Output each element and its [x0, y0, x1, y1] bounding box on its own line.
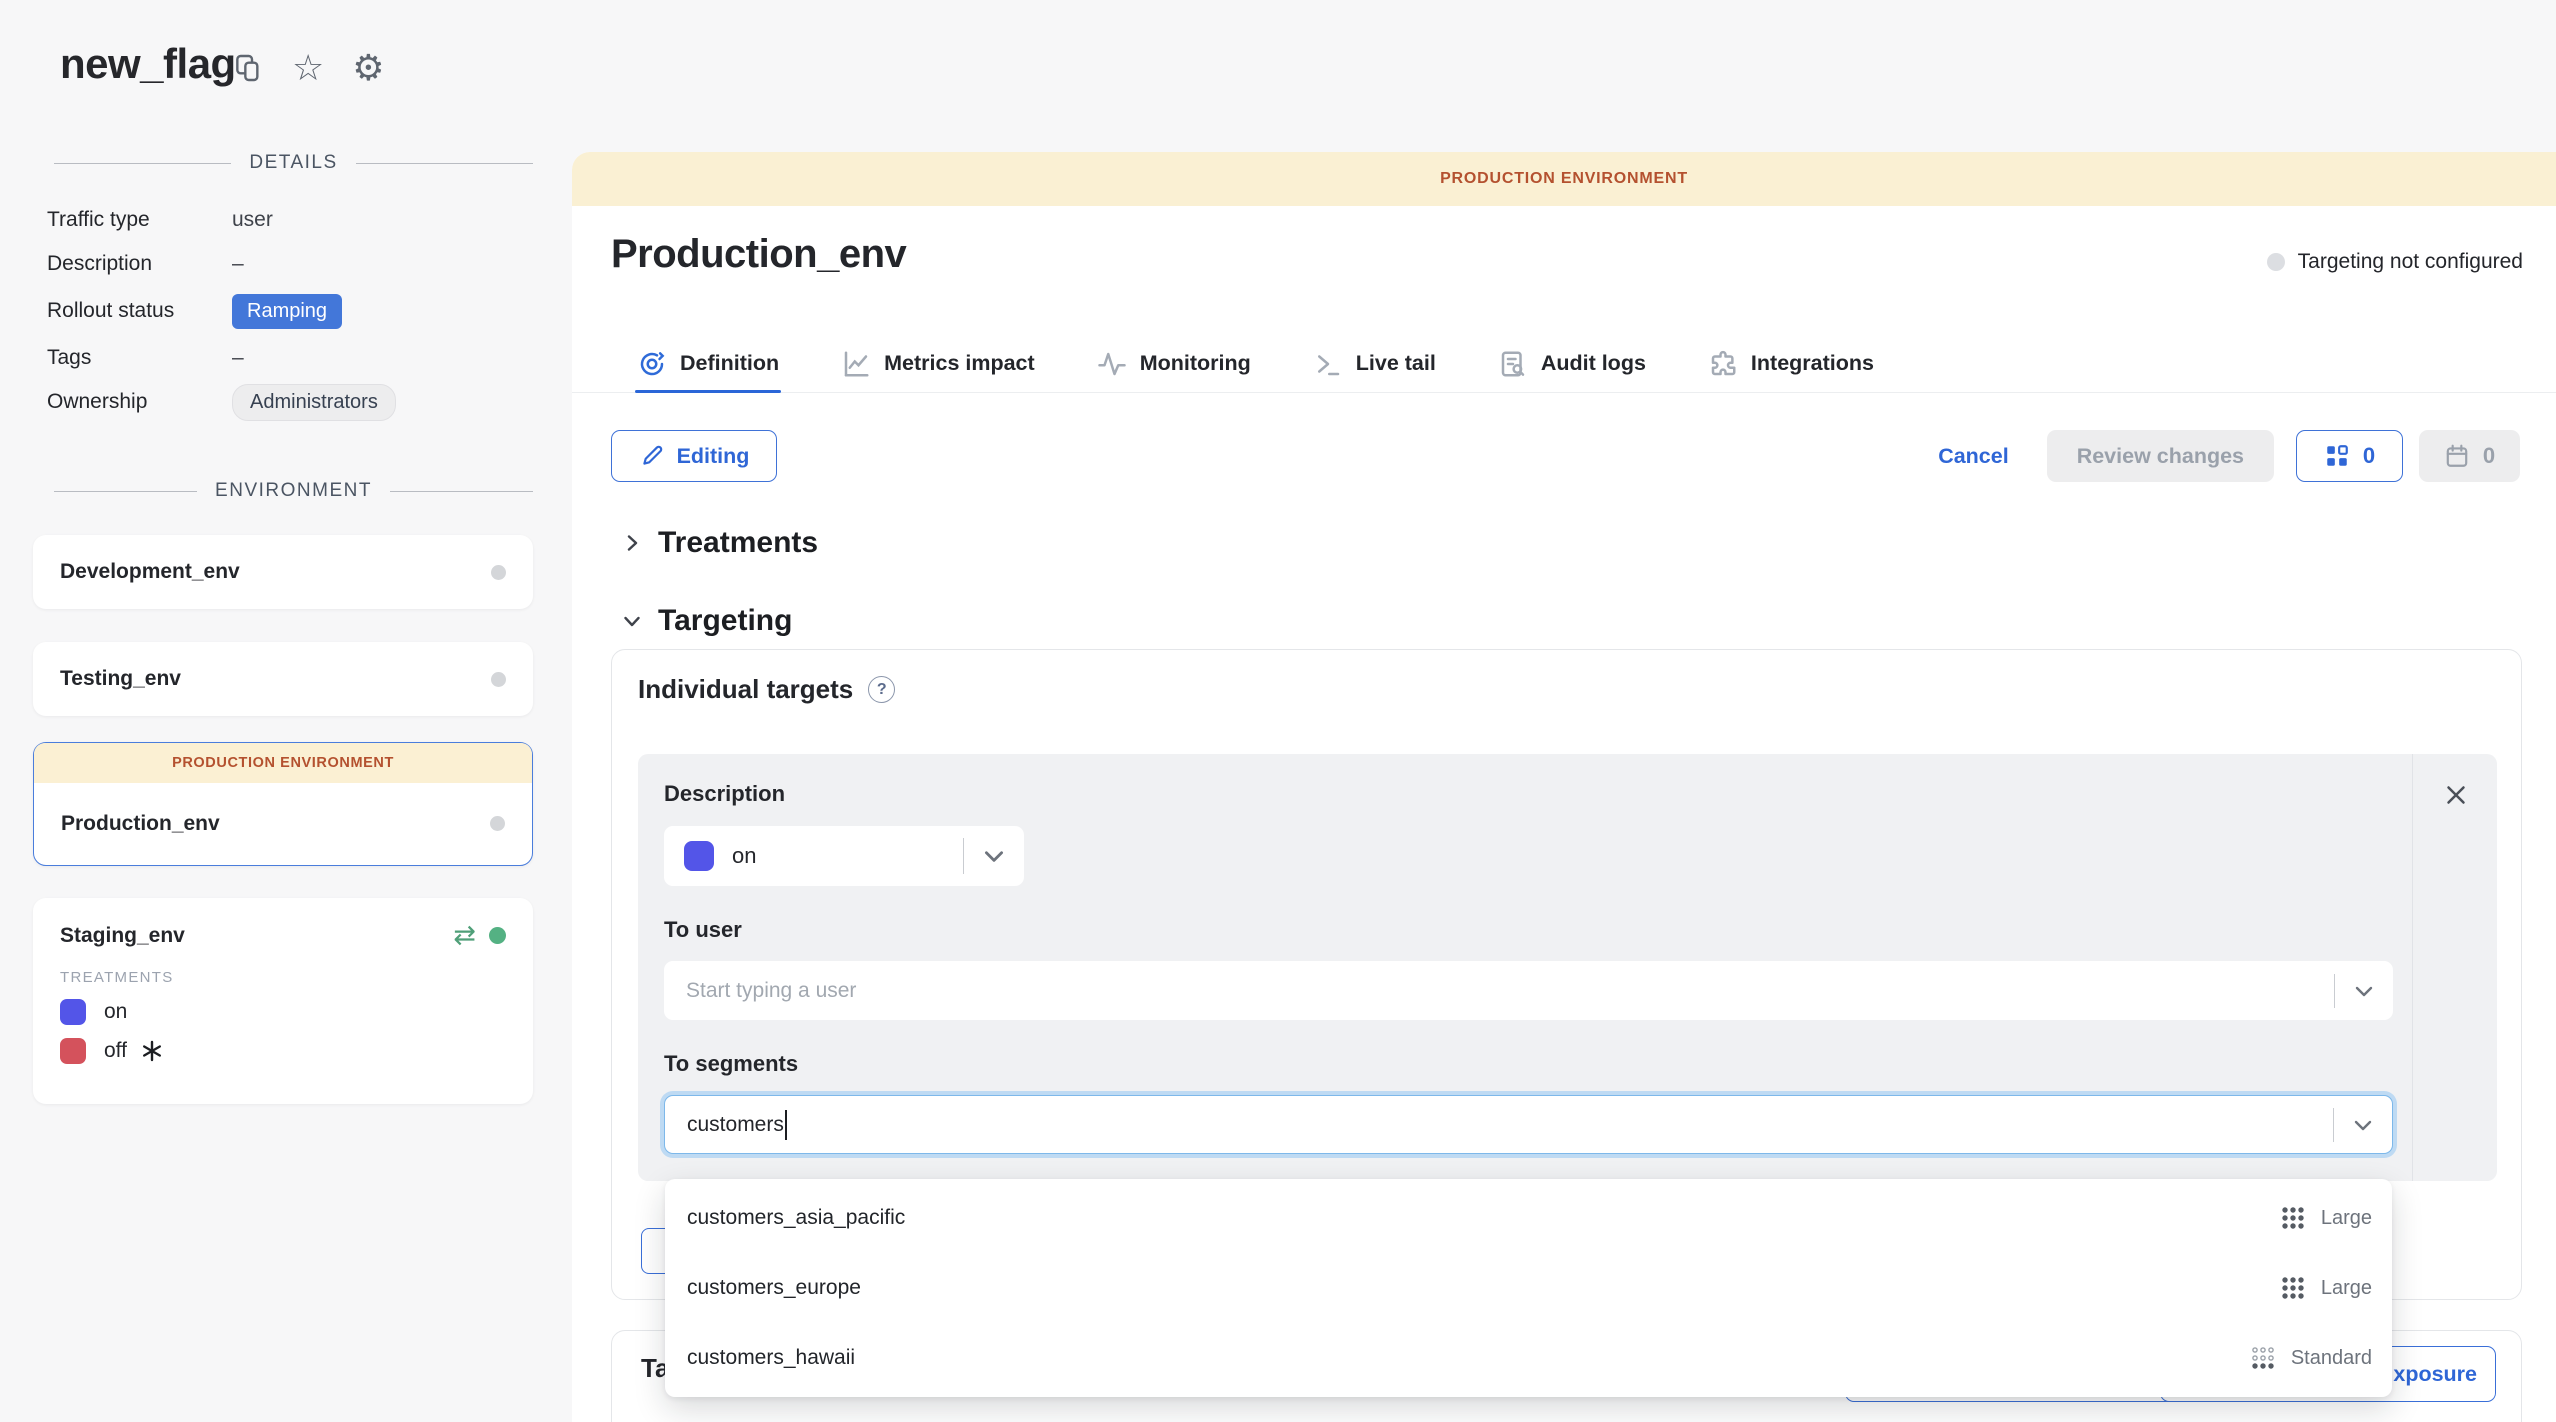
live-tail-terminal-icon [1313, 349, 1343, 379]
close-icon[interactable] [2441, 780, 2471, 810]
individual-targets-title: Individual targets [638, 674, 853, 705]
env-card-testing[interactable]: Testing_env [33, 642, 533, 716]
tab-audit-logs[interactable]: Audit logs [1498, 335, 1646, 392]
env-status-dot [491, 565, 506, 580]
treatment-on-swatch [60, 999, 86, 1025]
pencil-icon [639, 443, 665, 469]
production-environment-banner: PRODUCTION ENVIRONMENT [572, 152, 2556, 206]
env-card-staging[interactable]: Staging_env ⇄ TREATMENTS on off [33, 898, 533, 1104]
integrations-puzzle-icon [1708, 349, 1738, 379]
main-panel: PRODUCTION ENVIRONMENT Production_env Ta… [572, 152, 2556, 1422]
chevron-right-icon [622, 533, 642, 553]
to-segments-label: To segments [664, 1051, 798, 1077]
detail-row: Description – [47, 242, 533, 286]
chevron-down-icon[interactable] [964, 843, 1024, 869]
segment-size-label: Standard [2291, 1347, 2372, 1370]
to-segments-input[interactable]: customers [664, 1095, 2393, 1154]
ownership-chip: Administrators [232, 384, 396, 421]
env-status-dot-active [489, 927, 506, 944]
star-icon[interactable]: ☆ [292, 50, 324, 86]
treatment-row-off: off [60, 1038, 506, 1064]
to-user-label: To user [664, 917, 742, 943]
detail-row: Rollout status Ramping [47, 286, 533, 336]
detail-row: Ownership Administrators [47, 380, 533, 424]
definition-target-icon [637, 349, 667, 379]
segment-size-label: Large [2321, 1277, 2372, 1300]
description-label: Description [664, 781, 785, 807]
metrics-chart-icon [841, 349, 871, 379]
review-changes-button[interactable]: Review changes [2047, 430, 2274, 482]
calendar-icon [2444, 443, 2470, 469]
tab-metrics-impact[interactable]: Metrics impact [841, 335, 1035, 392]
monitoring-pulse-icon [1097, 349, 1127, 379]
segment-option-hawaii[interactable]: customers_hawaii Standard [665, 1323, 2392, 1393]
tab-integrations[interactable]: Integrations [1708, 335, 1874, 392]
changes-counter-button[interactable]: 0 [2296, 430, 2403, 482]
env-card-production[interactable]: PRODUCTION ENVIRONMENT Production_env [33, 742, 533, 866]
swap-arrows-icon: ⇄ [453, 922, 476, 949]
chevron-down-icon [622, 611, 642, 631]
default-treatment-asterisk-icon [141, 1040, 163, 1062]
tab-bar: Definition Metrics impact [572, 335, 2556, 393]
env-card-development[interactable]: Development_env [33, 535, 533, 609]
chevron-down-icon[interactable] [2334, 1113, 2392, 1137]
cancel-button[interactable]: Cancel [1938, 444, 2009, 469]
editing-button[interactable]: Editing [611, 430, 777, 482]
gutter-divider [2412, 754, 2413, 1181]
page-title: Production_env [611, 232, 906, 277]
text-caret [785, 1110, 787, 1140]
segment-size-label: Large [2321, 1207, 2372, 1230]
segments-dropdown: customers_asia_pacific Large customers_e… [665, 1179, 2392, 1397]
detail-row: Traffic type user [47, 198, 533, 242]
environment-heading: ENVIRONMENT [54, 480, 533, 502]
treatments-heading: TREATMENTS [60, 969, 506, 986]
production-environment-label: PRODUCTION ENVIRONMENT [34, 743, 532, 783]
schedule-counter-button[interactable]: 0 [2419, 430, 2520, 482]
grid-changes-icon [2324, 443, 2350, 469]
rollout-status-badge: Ramping [232, 294, 342, 329]
detail-row: Tags – [47, 336, 533, 380]
individual-target-block: Description on To user Start typing a us… [638, 754, 2497, 1181]
tab-definition[interactable]: Definition [637, 335, 779, 392]
gear-icon[interactable]: ⚙ [352, 50, 384, 86]
targeting-status: Targeting not configured [2267, 250, 2523, 274]
details-list: Traffic type user Description – Rollout … [47, 198, 533, 424]
app-root: new_flag ☆ ⚙ DETAILS Traffic type user D… [0, 0, 2556, 1422]
segment-option-europe[interactable]: customers_europe Large [665, 1253, 2392, 1323]
env-status-dot [491, 672, 506, 687]
segment-dots-icon [2280, 1205, 2306, 1231]
treatment-select[interactable]: on [664, 826, 1024, 886]
segment-option-asia-pacific[interactable]: customers_asia_pacific Large [665, 1183, 2392, 1253]
targeting-section-toggle[interactable]: Targeting [622, 604, 792, 638]
treatment-row-on: on [60, 999, 506, 1025]
chevron-down-icon[interactable] [2335, 979, 2393, 1003]
segment-dots-standard-icon [2250, 1345, 2276, 1371]
treatment-off-swatch [60, 1038, 86, 1064]
treatments-section-toggle[interactable]: Treatments [622, 526, 818, 560]
treatment-on-swatch [684, 841, 714, 871]
tab-live-tail[interactable]: Live tail [1313, 335, 1436, 392]
help-icon[interactable]: ? [868, 676, 895, 703]
segment-dots-icon [2280, 1275, 2306, 1301]
flag-name-title: new_flag [60, 40, 236, 88]
copy-icon[interactable] [232, 52, 264, 84]
tab-monitoring[interactable]: Monitoring [1097, 335, 1251, 392]
env-status-dot [490, 816, 505, 831]
to-user-input[interactable]: Start typing a user [664, 961, 2393, 1020]
details-heading: DETAILS [54, 152, 533, 174]
status-dot [2267, 253, 2285, 271]
audit-logs-doc-icon [1498, 349, 1528, 379]
